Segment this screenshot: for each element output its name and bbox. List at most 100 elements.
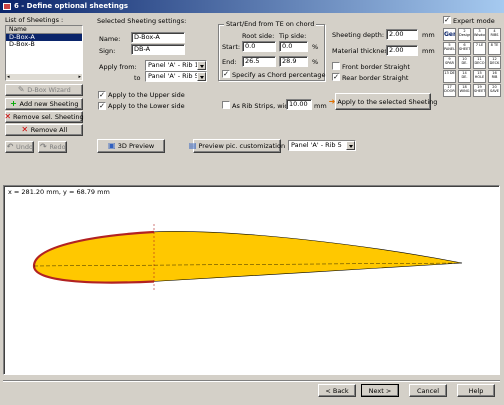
- plus-icon: +: [10, 99, 17, 108]
- start-end-title: Start/End from TE on chord: [224, 20, 317, 28]
- title-bar: 6 - Define optional sheetings: [0, 0, 504, 13]
- tool-button-10[interactable]: 10 DE.: [458, 56, 471, 69]
- tool-button-6[interactable]: 6 SHEET: [458, 42, 471, 55]
- front-border-label: Front border Straight: [342, 63, 410, 71]
- apply-selected-button[interactable]: ➜ Apply to the selected Sheeting: [329, 93, 437, 110]
- apply-to-select[interactable]: Panel 'A' - Rib 5: [145, 71, 207, 82]
- tip-side-label: Tip side:: [279, 32, 307, 40]
- cancel-button[interactable]: Cancel: [409, 384, 447, 397]
- tool-button-9[interactable]: 9 SPAR: [443, 56, 456, 69]
- tool-button-8[interactable]: 8 TE: [488, 42, 501, 55]
- sheetings-list[interactable]: Name D-Box-A D-Box-B ◂ ▸: [5, 25, 83, 81]
- tool-button-18[interactable]: 18 WING: [458, 84, 471, 97]
- tool-button-11[interactable]: 11 DECO: [473, 56, 486, 69]
- 3d-preview-button[interactable]: ▣ 3D Preview: [97, 139, 165, 153]
- help-button[interactable]: Help: [457, 384, 495, 397]
- rib-strips-unit: mm: [314, 102, 327, 110]
- back-button[interactable]: < Back: [318, 384, 356, 397]
- next-button[interactable]: Next >: [361, 384, 399, 397]
- start-unit: %: [312, 43, 319, 51]
- list-item-dbox-b[interactable]: D-Box-B: [6, 41, 82, 48]
- end-unit: %: [312, 58, 319, 66]
- picture-icon: ▤: [188, 141, 197, 150]
- tool-button-3[interactable]: 3 Wisdom: [473, 28, 486, 41]
- front-border-checkbox[interactable]: [332, 62, 340, 70]
- root-side-label: Root side:: [242, 32, 275, 40]
- remove-all-button[interactable]: ✕ Remove All: [5, 124, 83, 136]
- chevron-down-icon[interactable]: [197, 72, 206, 81]
- end-tip-field[interactable]: 28.9: [279, 56, 308, 67]
- upper-side-checkbox[interactable]: [98, 91, 106, 99]
- upper-side-label: Apply to the Upper side: [108, 91, 185, 99]
- name-label: Name:: [99, 35, 121, 43]
- redo-icon: ↷: [39, 142, 47, 151]
- tool-button-17[interactable]: 17 DOOR: [443, 84, 456, 97]
- lower-side-checkbox[interactable]: [98, 102, 106, 110]
- dbox-wizard-button[interactable]: ✎ D-Box Wizard: [5, 84, 83, 96]
- material-thickness-label: Material thickness:: [332, 47, 394, 55]
- sign-label: Sign:: [99, 47, 116, 55]
- add-sheeting-button[interactable]: + Add new Sheeting: [5, 98, 83, 110]
- airfoil-preview-canvas[interactable]: x = 281.20 mm, y = 68.79 mm: [3, 185, 500, 375]
- tool-button-20[interactable]: 20 SAVE: [488, 84, 501, 97]
- tool-button-4[interactable]: 4 RIBS: [488, 28, 501, 41]
- chord-percentage-checkbox[interactable]: [222, 70, 230, 78]
- redo-button[interactable]: ↷ Redo: [38, 141, 67, 153]
- airfoil-shape: [33, 231, 463, 284]
- sheeting-depth-field[interactable]: 2.00: [386, 29, 418, 40]
- tool-button-2[interactable]: 2 Design: [458, 28, 471, 41]
- rib-strips-checkbox[interactable]: [222, 101, 230, 109]
- remove-sheeting-button[interactable]: ✕ Remove sel. Sheeting: [4, 111, 84, 123]
- window-title: 6 - Define optional sheetings: [14, 2, 129, 10]
- chord-percentage-label: Specify as Chord percentage: [232, 71, 326, 79]
- tool-button-12[interactable]: 12 DECK: [488, 56, 501, 69]
- undo-button[interactable]: ↶ Undo: [5, 141, 34, 153]
- cube-icon: ▣: [107, 141, 116, 150]
- wand-icon: ✎: [17, 85, 25, 94]
- end-root-field[interactable]: 26.5: [242, 56, 276, 67]
- name-field[interactable]: D-Box-A: [131, 32, 185, 43]
- apply-from-label: Apply from:: [99, 63, 137, 71]
- preview-panel-select[interactable]: Panel 'A' - Rib 5: [288, 140, 356, 151]
- sheeting-depth-label: Sheeting depth:: [332, 31, 385, 39]
- tool-button-13[interactable]: 13 DE: [443, 70, 456, 83]
- app-icon: [3, 3, 11, 10]
- undo-icon: ↶: [6, 142, 14, 151]
- start-label: Start:: [222, 43, 241, 51]
- chevron-down-icon[interactable]: [197, 61, 206, 70]
- list-scrollbar[interactable]: ◂ ▸: [6, 73, 82, 80]
- rear-border-checkbox[interactable]: [332, 73, 340, 81]
- sign-field[interactable]: DB-A: [131, 44, 185, 55]
- tool-button-16[interactable]: 16 RIB: [488, 70, 501, 83]
- to-label: to: [134, 74, 141, 82]
- scroll-right-icon[interactable]: ▸: [78, 74, 81, 80]
- footer-separator: [3, 380, 500, 382]
- airfoil-drawing: [32, 224, 463, 290]
- depth-unit: mm: [422, 31, 435, 39]
- apply-from-select[interactable]: Panel 'A' - Rib 1: [145, 60, 207, 71]
- preview-customization-button[interactable]: ▤ Preview pic. customization: [189, 139, 285, 153]
- tool-button-14[interactable]: 14 DE.: [458, 70, 471, 83]
- end-label: End:: [222, 58, 237, 66]
- apply-icon: ➜: [328, 96, 336, 106]
- rib-strips-width-field[interactable]: 10.00: [286, 99, 312, 110]
- selected-settings-title: Selected Sheeting settings:: [97, 17, 187, 25]
- thickness-unit: mm: [422, 47, 435, 55]
- sheetings-list-label: List of Sheetings :: [5, 16, 64, 24]
- close-icon: ✕: [4, 112, 12, 121]
- material-thickness-field[interactable]: 2.00: [386, 45, 418, 56]
- tool-button-19[interactable]: 19 SHEET: [473, 84, 486, 97]
- tool-button-1[interactable]: Gen: [443, 28, 456, 41]
- lower-side-label: Apply to the Lower side: [108, 102, 185, 110]
- tool-button-7[interactable]: 7 LE: [473, 42, 486, 55]
- expert-mode-label: Expert mode: [453, 17, 495, 25]
- rear-border-label: Rear border Straight: [342, 74, 409, 82]
- tool-button-15[interactable]: 15 HOLE: [473, 70, 486, 83]
- start-root-field[interactable]: 0.0: [242, 41, 276, 52]
- expert-mode-checkbox[interactable]: [443, 16, 451, 24]
- tool-button-5[interactable]: 5 PANEL: [443, 42, 456, 55]
- chevron-down-icon[interactable]: [346, 141, 355, 150]
- window: 6 - Define optional sheetings List of Sh…: [0, 0, 504, 405]
- scroll-left-icon[interactable]: ◂: [7, 74, 10, 80]
- start-tip-field[interactable]: 0.0: [279, 41, 308, 52]
